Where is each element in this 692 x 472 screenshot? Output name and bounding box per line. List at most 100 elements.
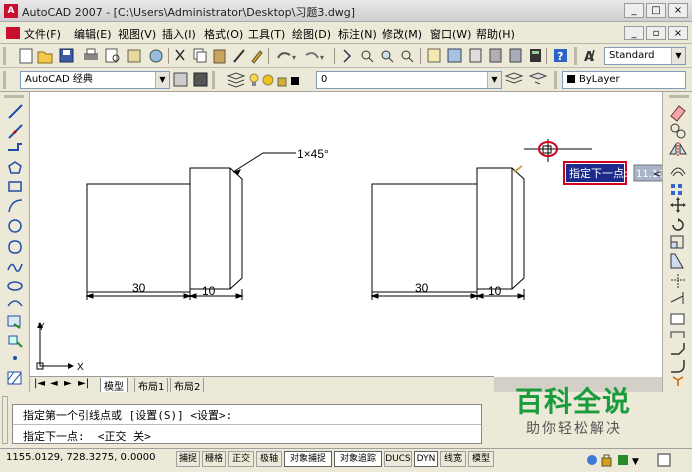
tab-first-button[interactable]: |◄ xyxy=(34,378,45,389)
tab-last-button[interactable]: ►| xyxy=(78,378,89,389)
rectangle-icon[interactable] xyxy=(8,181,22,192)
stretch-icon[interactable] xyxy=(670,253,684,269)
polyline-icon[interactable] xyxy=(8,143,22,151)
status-menu-chevron-icon[interactable]: ▼ xyxy=(632,457,639,467)
copy-object-icon[interactable] xyxy=(670,123,686,139)
restore-button[interactable]: □ xyxy=(646,3,666,18)
ellipse-icon[interactable] xyxy=(7,281,23,291)
menu-format[interactable]: 格式(O) xyxy=(204,26,243,42)
help-icon[interactable]: ? xyxy=(554,49,567,63)
ellipse-arc-icon[interactable] xyxy=(7,300,23,307)
new-file-icon[interactable] xyxy=(19,48,33,64)
tool-palettes-icon[interactable] xyxy=(469,48,482,63)
zoom-realtime-icon[interactable] xyxy=(361,50,374,63)
pan-icon[interactable] xyxy=(343,49,352,63)
communication-center-icon[interactable] xyxy=(587,455,597,465)
extend-icon[interactable] xyxy=(670,292,684,304)
menu-tools[interactable]: 工具(T) xyxy=(248,26,285,42)
ducs-toggle[interactable]: DUCS xyxy=(384,451,412,467)
hatch-icon[interactable] xyxy=(7,371,22,385)
paste-icon[interactable] xyxy=(213,49,226,64)
command-window-grip[interactable] xyxy=(2,396,8,444)
polar-toggle[interactable]: 极轴 xyxy=(256,451,282,467)
array-icon[interactable] xyxy=(671,184,682,195)
block-editor-icon[interactable] xyxy=(251,50,263,64)
scale-icon[interactable] xyxy=(670,235,684,249)
zoom-window-icon[interactable] xyxy=(381,50,394,63)
layer-dropdown[interactable]: 0 ▼ xyxy=(316,71,502,89)
doc-restore-button[interactable]: ▫ xyxy=(646,26,666,40)
arc-icon[interactable] xyxy=(8,199,23,213)
copy-icon[interactable] xyxy=(193,48,207,63)
point-icon[interactable] xyxy=(13,356,17,360)
save-icon[interactable] xyxy=(59,48,74,63)
osnap-toggle[interactable]: 对象捕捉 xyxy=(284,451,332,467)
menu-file[interactable]: 文件(F) xyxy=(24,26,61,42)
lineweight-toggle[interactable]: 线宽 xyxy=(440,451,466,467)
workspace-settings-icon[interactable] xyxy=(173,72,188,87)
otrack-toggle[interactable]: 对象追踪 xyxy=(334,451,382,467)
ortho-toggle[interactable]: 正交 xyxy=(228,451,254,467)
menu-draw[interactable]: 绘图(D) xyxy=(292,26,331,42)
print-preview-icon[interactable] xyxy=(105,48,120,63)
menu-insert[interactable]: 插入(I) xyxy=(162,26,196,42)
menu-view[interactable]: 视图(V) xyxy=(118,26,156,42)
workspace-dropdown[interactable]: AutoCAD 经典 ▼ xyxy=(20,71,170,89)
autocad-app-icon[interactable]: A xyxy=(4,4,18,18)
publish-icon[interactable] xyxy=(127,49,141,63)
move-icon[interactable] xyxy=(670,197,686,213)
make-object-layer-current-icon[interactable] xyxy=(504,72,524,84)
snap-toggle[interactable]: 捕捉 xyxy=(176,451,200,467)
insert-block-icon[interactable] xyxy=(7,315,21,329)
model-toggle[interactable]: 模型 xyxy=(468,451,494,467)
right-shaft-part[interactable] xyxy=(371,167,525,293)
menu-dimension[interactable]: 标注(N) xyxy=(338,26,377,42)
calculator-icon[interactable] xyxy=(530,49,541,62)
lock-icon[interactable] xyxy=(601,454,612,467)
fillet-icon[interactable] xyxy=(671,360,685,373)
doc-close-button[interactable]: × xyxy=(668,26,688,40)
menu-window[interactable]: 窗口(W) xyxy=(430,26,471,42)
rotate-icon[interactable] xyxy=(672,218,684,231)
workspace-save-icon[interactable] xyxy=(193,72,208,87)
spline-icon[interactable] xyxy=(7,263,23,272)
undo-icon[interactable]: ▾ xyxy=(277,52,296,62)
break-icon[interactable] xyxy=(670,313,685,325)
polygon-icon[interactable] xyxy=(8,161,22,174)
text-style-icon[interactable]: A xyxy=(584,49,595,65)
properties-icon[interactable] xyxy=(427,48,441,63)
open-file-icon[interactable] xyxy=(37,51,53,64)
coordinate-readout[interactable]: 1155.0129, 728.3275, 0.0000 xyxy=(6,452,156,463)
cut-icon[interactable] xyxy=(175,49,185,61)
erase-icon[interactable] xyxy=(670,105,686,122)
explode-icon[interactable] xyxy=(672,376,684,386)
text-style-dropdown[interactable]: Standard ▼ xyxy=(604,47,686,65)
document-icon[interactable] xyxy=(6,27,20,39)
circle-icon[interactable] xyxy=(8,219,22,233)
redo-icon[interactable]: ▾ xyxy=(305,52,324,62)
left-shaft-part[interactable] xyxy=(86,167,243,293)
tab-prev-button[interactable]: ◄ xyxy=(50,378,58,389)
clean-screen-icon[interactable] xyxy=(657,453,671,467)
offset-icon[interactable] xyxy=(670,167,686,177)
construction-line-icon[interactable] xyxy=(8,124,23,139)
grid-toggle[interactable]: 栅格 xyxy=(202,451,226,467)
plot-icon[interactable] xyxy=(149,49,163,63)
menu-modify[interactable]: 修改(M) xyxy=(382,26,422,42)
tab-next-button[interactable]: ► xyxy=(64,378,72,389)
trim-icon[interactable] xyxy=(671,274,685,288)
line-icon[interactable] xyxy=(8,104,23,119)
mirror-icon[interactable] xyxy=(669,142,687,156)
chamfer-icon[interactable] xyxy=(671,343,685,355)
menu-edit[interactable]: 编辑(E) xyxy=(74,26,112,42)
doc-minimize-button[interactable]: _ xyxy=(624,26,644,40)
print-icon[interactable] xyxy=(84,48,98,60)
minimize-button[interactable]: _ xyxy=(624,3,644,18)
revision-cloud-icon[interactable] xyxy=(8,240,22,254)
markup-icon[interactable] xyxy=(509,48,522,63)
close-button[interactable]: × xyxy=(668,3,688,18)
make-block-icon[interactable] xyxy=(8,335,23,348)
join-icon[interactable] xyxy=(670,331,685,338)
layer-previous-icon[interactable] xyxy=(528,72,548,85)
color-dropdown[interactable]: ByLayer xyxy=(562,71,686,89)
